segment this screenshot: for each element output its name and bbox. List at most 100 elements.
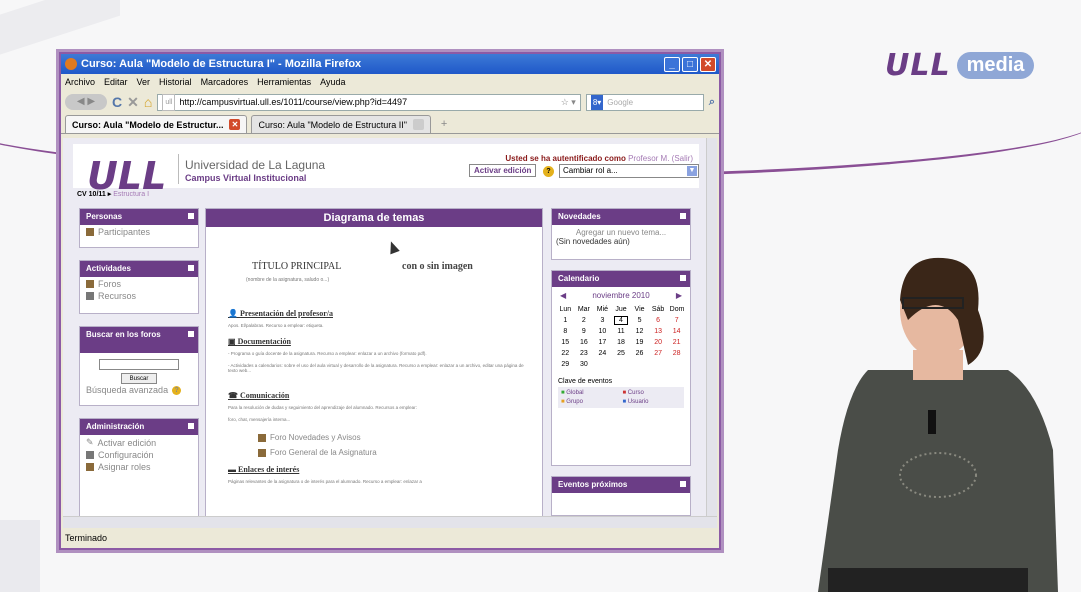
minimize-button[interactable]: _ (664, 56, 680, 72)
block-title: Calendario (558, 274, 600, 283)
menu-ver[interactable]: Ver (137, 77, 151, 87)
block-title: Administración (86, 422, 145, 431)
key-grupo[interactable]: ■ Grupo (561, 399, 620, 405)
search-bar[interactable]: 8▾ Google (585, 93, 704, 111)
key-usuario[interactable]: ■ Usuario (623, 399, 682, 405)
next-month-icon[interactable]: ▶ (676, 291, 682, 300)
day-cell: 3 (600, 317, 605, 324)
role-select[interactable]: Cambiar rol a... ▼ (559, 164, 699, 178)
block-title: Novedades (558, 212, 601, 221)
bookmark-star-icon[interactable]: ☆ ▾ (561, 95, 580, 110)
section-text: Apos. El/palabras. Recurso a emplear: et… (228, 323, 324, 328)
tab-estructura-1[interactable]: Curso: Aula "Modelo de Estructur... ✕ (65, 115, 248, 133)
menu-editar[interactable]: Editar (104, 77, 128, 87)
navigation-toolbar: ◀ ▶ C ✕ ⌂ ull http://campusvirtual.ull.e… (61, 90, 719, 114)
day-cell: 10 (598, 328, 607, 335)
block-calendario: Calendario ◀ noviembre 2010 ▶ Lun Mar Mié J… (551, 270, 691, 466)
close-tab-icon[interactable]: ✕ (229, 119, 241, 130)
section-comunicacion[interactable]: ☎ Comunicación (228, 391, 289, 400)
forums-link[interactable]: Foros (80, 277, 198, 291)
add-topic-link[interactable]: Agregar un nuevo tema... (552, 225, 690, 237)
key-global[interactable]: ■ Global (561, 390, 620, 396)
logout-link[interactable]: (Salir) (672, 154, 693, 163)
block-title: Buscar en los foros (86, 330, 161, 339)
section-documentacion[interactable]: ▣ Documentación (228, 337, 291, 346)
logo-ull-text: ULL (885, 47, 951, 83)
search-button[interactable]: Buscar (121, 373, 157, 384)
breadcrumb-root[interactable]: CV 10/11 (77, 191, 106, 198)
section-presentacion[interactable]: 👤 Presentación del profesor/a (228, 309, 333, 318)
resources-link[interactable]: Recursos (80, 291, 198, 303)
no-news-text: (Sin novedades aún) (556, 237, 630, 246)
menu-historial[interactable]: Historial (159, 77, 192, 87)
collapse-icon[interactable] (188, 265, 194, 271)
day-cell: 2 (581, 317, 586, 324)
help-icon[interactable]: ? (543, 166, 554, 177)
settings-link[interactable]: Configuración (80, 450, 198, 462)
breadcrumb-current[interactable]: Estructura I (113, 191, 149, 198)
block-personas: Personas Participantes (79, 208, 199, 248)
collapse-icon[interactable] (188, 423, 194, 429)
collapse-icon[interactable] (680, 275, 686, 281)
day-cell: 13 (654, 328, 662, 335)
help-icon[interactable]: ? (172, 385, 182, 395)
forum-news-link[interactable]: Foro Novedades y Avisos (258, 433, 361, 442)
role-select-value: Cambiar rol a... (563, 166, 618, 175)
day-cell: 5 (637, 317, 642, 324)
menu-herramientas[interactable]: Herramientas (257, 77, 311, 87)
section-text: - Programa o guía docente de la asignatu… (228, 351, 427, 356)
week-row: 15 16 17 18 19 20 21 (552, 337, 690, 348)
horizontal-scrollbar[interactable] (63, 516, 717, 528)
week-row: 22 23 24 25 26 27 28 (552, 348, 690, 359)
section-text: Páginas relevantes de la asignatura o de… (228, 479, 422, 484)
day-cell: 1 (563, 317, 568, 324)
campus-name: Campus Virtual Institucional (185, 173, 307, 183)
home-icon[interactable]: ⌂ (144, 94, 152, 110)
window-title: Curso: Aula "Modelo de Estructura I" - M… (81, 58, 362, 70)
back-forward-button[interactable]: ◀ ▶ (65, 94, 107, 110)
collapse-icon[interactable] (680, 213, 686, 219)
tab-estructura-2[interactable]: Curso: Aula "Modelo de Estructura II" (251, 115, 431, 133)
enable-editing-link[interactable]: ✎ Activar edición (80, 435, 198, 450)
stop-icon[interactable]: ✕ (127, 94, 139, 111)
weekday: Sáb (651, 306, 665, 313)
user-link[interactable]: Profesor M. (628, 154, 669, 163)
forum-icon (86, 280, 94, 288)
subtitle-note: (nombre de la asignatura, saludo o...) (246, 277, 330, 283)
menu-ayuda[interactable]: Ayuda (320, 77, 345, 87)
collapse-icon[interactable] (188, 331, 194, 337)
chat-icon: ☎ (228, 391, 240, 400)
event-key: ■ Global ■ Curso ■ Grupo ■ Usuario (558, 387, 684, 408)
resource-icon (86, 292, 94, 300)
topics-diagram: Diagrama de temas TÍTULO PRINCIPAL con o… (205, 208, 543, 516)
key-label: Usuario (627, 399, 649, 405)
section-enlaces[interactable]: ▬ Enlaces de interés (228, 465, 299, 474)
url-bar[interactable]: ull http://campusvirtual.ull.es/1011/cou… (157, 93, 581, 111)
block-title: Eventos próximos (558, 480, 628, 489)
forum-icon (258, 448, 266, 457)
advanced-search-link[interactable]: Búsqueda avanzada? (80, 384, 198, 397)
close-tab-icon[interactable] (412, 119, 424, 130)
day-cell: 6 (656, 317, 661, 324)
maximize-button[interactable]: □ (682, 56, 698, 72)
edit-mode-button[interactable]: Activar edición (469, 164, 537, 177)
menu-marcadores[interactable]: Marcadores (201, 77, 249, 87)
block-header: Administración (80, 419, 198, 435)
collapse-icon[interactable] (188, 213, 194, 219)
day-cell: 9 (581, 328, 586, 335)
forum-general-link[interactable]: Foro General de la Asignatura (258, 448, 377, 457)
forum-search-input[interactable] (99, 359, 179, 370)
url-text: http://campusvirtual.ull.es/1011/course/… (179, 96, 408, 107)
close-button[interactable]: ✕ (700, 56, 716, 72)
participants-link[interactable]: Participantes (80, 225, 198, 239)
block-novedades: Novedades Agregar un nuevo tema... (Sin … (551, 208, 691, 260)
menu-archivo[interactable]: Archivo (65, 77, 95, 87)
new-tab-button[interactable]: + (435, 118, 453, 130)
key-curso[interactable]: ■ Curso (623, 390, 682, 396)
vertical-scrollbar[interactable] (706, 138, 717, 516)
collapse-icon[interactable] (680, 481, 686, 487)
reload-icon[interactable]: C (112, 94, 122, 110)
prev-month-icon[interactable]: ◀ (560, 291, 566, 300)
search-icon[interactable]: ⌕ (709, 96, 715, 109)
assign-roles-link[interactable]: Asignar roles (80, 462, 198, 474)
